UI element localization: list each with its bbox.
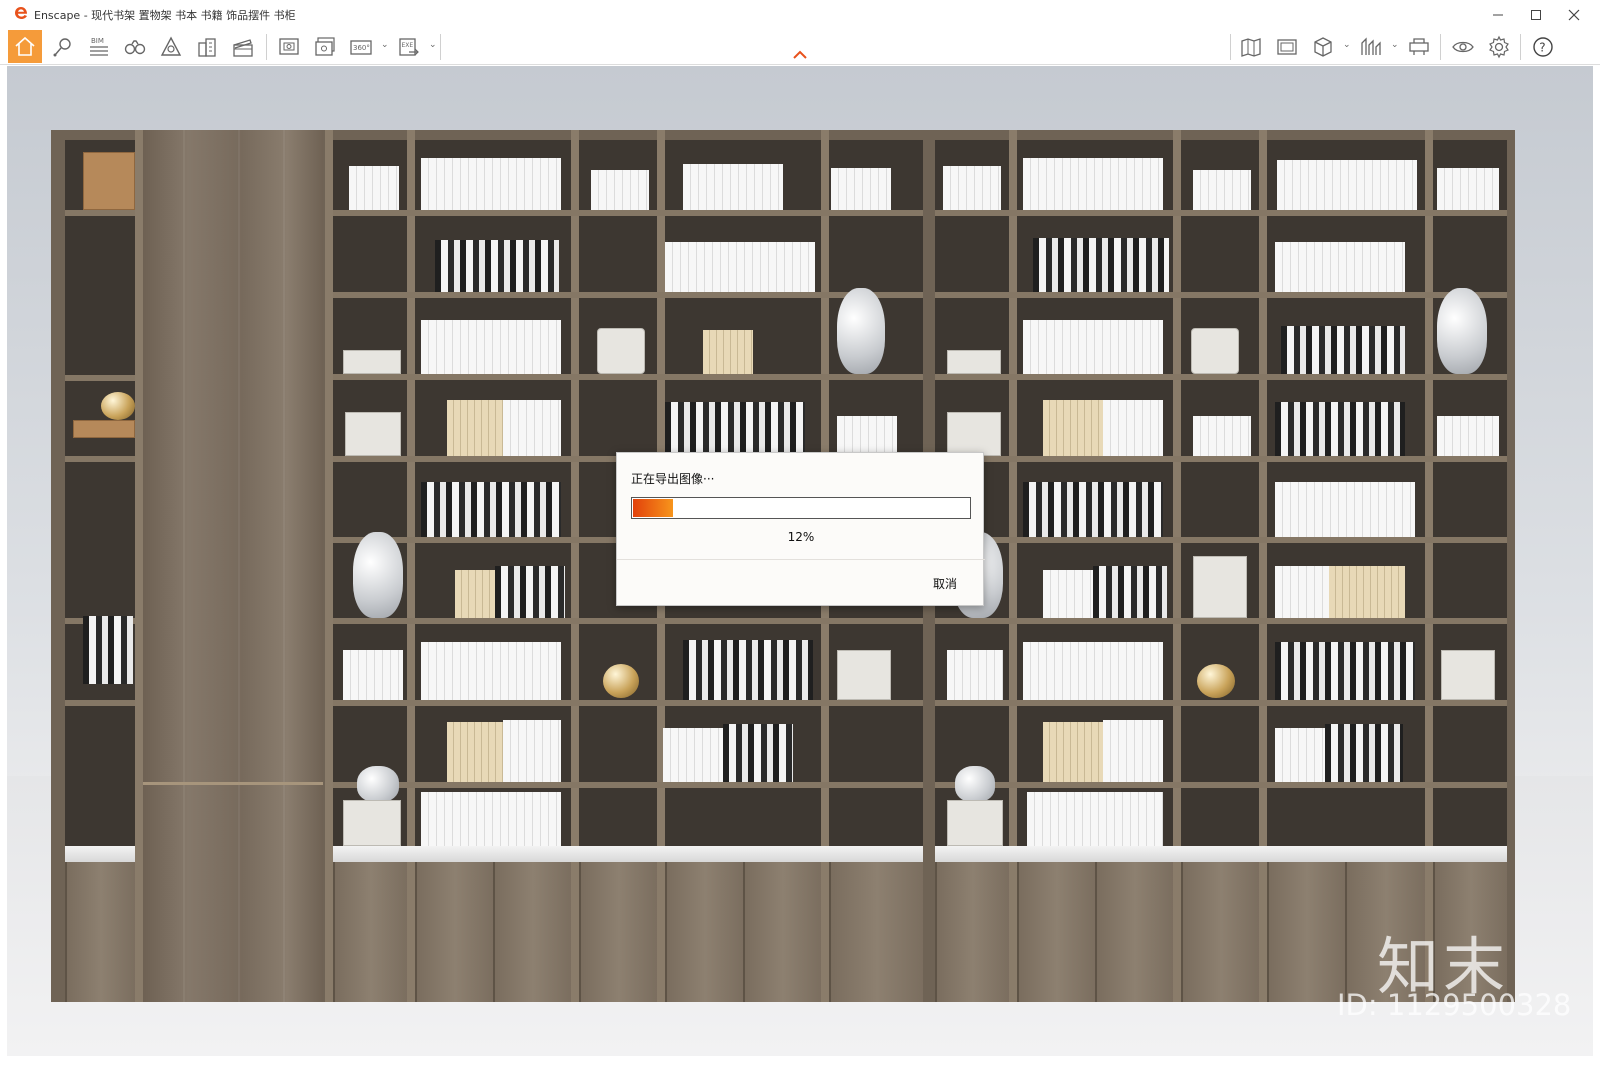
gallery-icon — [1277, 38, 1297, 55]
toolbar-separator — [1520, 34, 1521, 60]
buildings-button[interactable] — [190, 30, 224, 63]
navigation-button[interactable] — [154, 30, 188, 63]
toolbar-separator — [1230, 34, 1231, 60]
views-button[interactable] — [1306, 30, 1340, 63]
render-image-icon — [279, 37, 299, 55]
maximize-icon — [1531, 10, 1541, 20]
gear-icon — [1489, 35, 1509, 58]
enscape-window: Enscape - 现代书架 置物架 书本 书籍 饰品摆件 书柜 BIM 360… — [0, 0, 1600, 1065]
toolbar-separator — [1440, 34, 1441, 60]
settings-button[interactable] — [1482, 30, 1516, 63]
visual-dropdown-caret-icon[interactable]: ⌄ — [1391, 40, 1399, 50]
batch-render-button[interactable] — [308, 30, 342, 63]
shelf-post — [571, 130, 579, 1002]
chart-icon — [1361, 36, 1381, 55]
bookcase-right — [925, 130, 1515, 1002]
panorama-button[interactable]: 360° — [344, 30, 378, 63]
visibility-button[interactable] — [1446, 30, 1480, 63]
bookcase-back — [935, 140, 1507, 852]
toolbar-separator — [266, 34, 267, 60]
visual-settings-button[interactable] — [1354, 30, 1388, 63]
export-exe-icon: EXE — [399, 37, 419, 56]
toolbar-separator — [440, 34, 441, 60]
bim-button[interactable]: BIM — [82, 30, 116, 63]
viewport-left-edge — [0, 66, 7, 1056]
watermark-id: ID: 1129500328 — [1337, 988, 1572, 1022]
panel-trim — [143, 782, 323, 785]
dialog-divider — [617, 559, 985, 560]
bim-icon: BIM — [90, 37, 108, 56]
location-pin-icon — [53, 37, 71, 56]
help-button[interactable]: ? — [1526, 30, 1560, 63]
views-dropdown-caret-icon[interactable]: ⌄ — [1343, 40, 1351, 50]
gallery-button[interactable] — [1270, 30, 1304, 63]
maximize-button[interactable] — [1520, 4, 1552, 26]
export-progress-dialog: 正在导出图像··· 12% 取消 — [616, 452, 985, 606]
panorama-dropdown-caret-icon[interactable]: ⌄ — [381, 40, 389, 50]
shelf-post — [135, 130, 143, 1002]
eye-icon — [1452, 41, 1474, 52]
render-image-button[interactable] — [272, 30, 306, 63]
minimize-button[interactable] — [1482, 4, 1514, 26]
close-button[interactable] — [1558, 4, 1590, 26]
shelf-post — [325, 130, 333, 1002]
binoculars-button[interactable] — [118, 30, 152, 63]
cancel-button[interactable]: 取消 — [933, 575, 957, 592]
batch-render-icon — [315, 36, 335, 56]
binoculars-icon — [124, 39, 146, 54]
enscape-logo-icon — [15, 7, 28, 19]
bookcase-back — [65, 140, 135, 852]
buildings-icon — [198, 37, 216, 57]
shelf-post — [407, 130, 415, 1002]
cube-icon — [1314, 36, 1332, 57]
svg-text:?: ? — [1539, 40, 1545, 54]
asset-library-button[interactable] — [1402, 30, 1436, 63]
export-dropdown-caret-icon[interactable]: ⌄ — [429, 40, 437, 50]
window-title: Enscape - 现代书架 置物架 书本 书籍 饰品摆件 书柜 — [34, 9, 296, 22]
progress-bar-fill — [633, 499, 673, 517]
collapse-toolbar-arrow-icon[interactable] — [793, 50, 807, 60]
panorama-icon: 360° — [350, 39, 372, 55]
svg-text:360°: 360° — [353, 44, 370, 52]
location-button[interactable] — [46, 30, 80, 63]
map-icon — [1241, 37, 1261, 57]
wood-panel — [143, 130, 323, 1002]
close-icon — [1568, 9, 1580, 21]
map-button[interactable] — [1234, 30, 1268, 63]
asset-library-icon — [1409, 37, 1429, 55]
title-bar: Enscape - 现代书架 置物架 书本 书籍 饰品摆件 书柜 — [0, 0, 1600, 28]
home-button[interactable] — [8, 30, 42, 63]
dialog-title: 正在导出图像··· — [631, 472, 715, 486]
progress-percent-label: 12% — [787, 530, 815, 544]
progress-bar — [631, 497, 971, 519]
svg-text:EXE: EXE — [402, 42, 414, 49]
minimize-icon — [1493, 14, 1503, 16]
svg-text:BIM: BIM — [91, 37, 104, 45]
home-icon — [15, 36, 35, 56]
clapperboard-icon — [233, 38, 253, 57]
video-editor-button[interactable] — [226, 30, 260, 63]
export-exe-button[interactable]: EXE — [392, 30, 426, 63]
navigation-icon — [160, 36, 182, 56]
help-icon: ? — [1533, 36, 1553, 57]
